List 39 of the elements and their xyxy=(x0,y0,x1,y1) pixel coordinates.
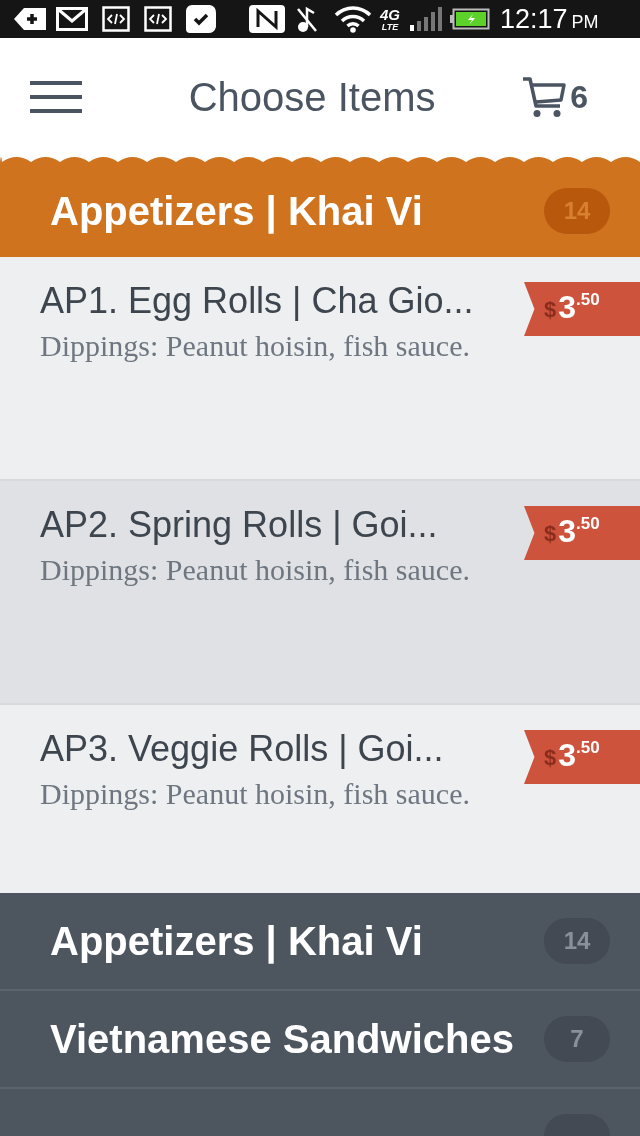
cart-count: 6 xyxy=(570,80,588,113)
battery-icon xyxy=(450,8,490,30)
time-label: 12:17 xyxy=(500,5,568,33)
network-sub-label: LTE xyxy=(381,21,399,32)
music-off-icon xyxy=(296,5,318,33)
meridiem-label: PM xyxy=(571,13,599,31)
item-description: Dippings: Peanut hoisin, fish sauce. xyxy=(40,777,470,811)
mail-icon xyxy=(56,7,88,31)
price-whole: 3 xyxy=(558,515,577,547)
nfc-icon xyxy=(248,4,286,34)
price-fraction: .50 xyxy=(576,739,600,756)
currency-symbol: $ xyxy=(544,299,557,321)
code-icon xyxy=(102,6,130,32)
count-badge: 14 xyxy=(544,918,610,964)
tag-plus-icon xyxy=(14,8,46,30)
item-title: AP1. Egg Rolls | Cha Gio... xyxy=(40,279,474,323)
cart-button[interactable]: 6 xyxy=(522,75,588,118)
menu-button[interactable] xyxy=(30,79,82,114)
category-row[interactable]: Appetizers | Khai Vi 14 xyxy=(0,893,640,991)
category-row[interactable]: Vietnamese Sandwiches 7 xyxy=(0,991,640,1089)
cart-icon xyxy=(522,75,567,118)
code-icon xyxy=(144,6,172,32)
currency-symbol: $ xyxy=(544,747,557,769)
network-type-label: 4G xyxy=(380,6,400,22)
price-whole: 3 xyxy=(558,291,577,323)
item-title: AP3. Veggie Rolls | Goi... xyxy=(40,727,444,771)
page-title: Choose Items xyxy=(188,76,436,117)
signal-icon xyxy=(410,7,442,31)
price-whole: 3 xyxy=(558,739,577,771)
item-title: AP2. Spring Rolls | Goi... xyxy=(40,503,438,547)
item-description: Dippings: Peanut hoisin, fish sauce. xyxy=(40,329,470,363)
item-description: Dippings: Peanut hoisin, fish sauce. xyxy=(40,553,470,587)
category-title: Vietnamese Sandwiches xyxy=(50,1019,515,1059)
price-fraction: .50 xyxy=(576,515,600,532)
wifi-icon xyxy=(334,5,372,33)
check-bubble-icon xyxy=(184,3,218,35)
price-fraction: .50 xyxy=(576,291,600,308)
currency-symbol: $ xyxy=(544,523,557,545)
count-badge: 7 xyxy=(544,1016,610,1062)
